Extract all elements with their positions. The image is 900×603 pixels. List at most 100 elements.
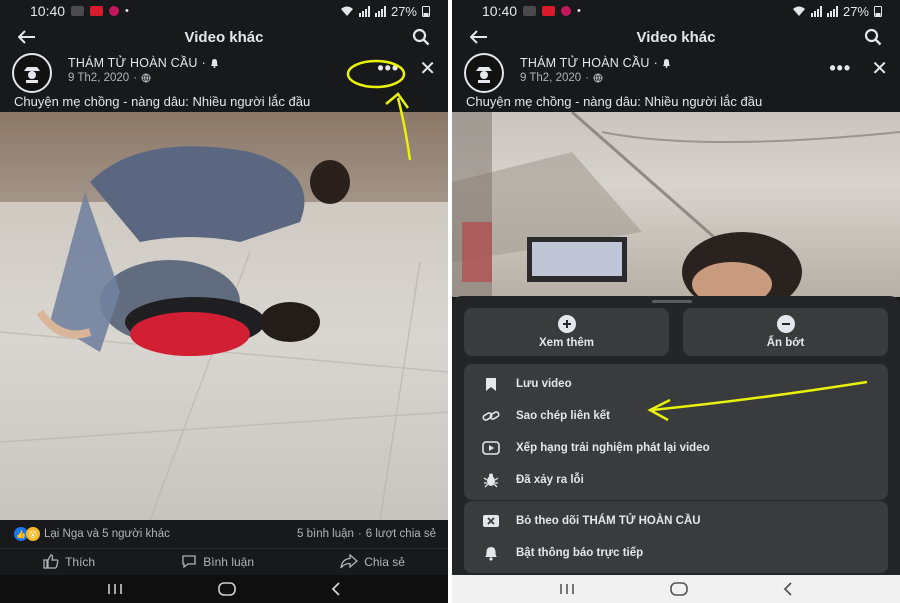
comment-button[interactable]: Bình luận [181,554,254,569]
author-name[interactable]: THÁM TỬ HOÀN CẦU [68,56,198,70]
detective-logo-icon [24,67,40,83]
close-button[interactable]: ✕ [419,56,436,81]
top-bar: Video khác [0,22,448,52]
status-time: 10:40 [30,3,66,19]
reaction-summary[interactable]: Lại Nga và 5 người khác [44,528,170,540]
android-nav-bar [0,575,448,603]
comment-icon [182,555,196,569]
separator: · [357,528,362,540]
back-nav-icon[interactable] [782,581,794,597]
phone-left-video-view: 10:40 • 27% Video khác THÁM TỬ HOÀN CẦU … [0,0,448,603]
comment-label: Bình luận [203,554,255,569]
video-options-group: Lưu video Sao chép liên kết Xếp hạng trả… [464,364,888,500]
wow-reaction-icon: 😮 [26,527,40,541]
bug-icon [482,471,500,489]
share-count[interactable]: 6 lượt chia sẻ [366,528,436,540]
post-caption: Chuyện mẹ chồng - nàng dâu: Nhiều người … [14,94,311,109]
more-notifications-icon: • [125,5,129,17]
share-label: Chia sẻ [364,554,405,569]
wifi-icon [340,6,353,16]
notification-icon [71,6,85,16]
menu-item-label: Bỏ theo dõi THÁM TỬ HOÀN CẦU [516,515,701,527]
video-player[interactable] [0,112,448,520]
comment-count[interactable]: 5 bình luận [297,528,354,540]
video-frame [452,112,900,297]
like-label: Thích [65,554,96,569]
menu-item-label: Bật thông báo trực tiếp [516,547,644,559]
minus-circle-icon [776,315,795,333]
top-bar: Video khác [452,22,900,52]
unfollow-icon [482,512,500,530]
options-bottom-sheet: Xem thêm Ẩn bớt Lưu video Sao chép liên … [452,296,900,575]
page-avatar[interactable] [12,53,52,93]
signal-icon [358,5,370,17]
separator: · [653,56,658,70]
search-button[interactable] [408,24,434,50]
page-avatar[interactable] [464,53,504,93]
link-icon [482,407,500,425]
globe-icon [593,73,603,83]
battery-icon [422,6,430,17]
detective-logo-icon [476,67,492,83]
share-button[interactable]: Chia sẻ [340,554,405,569]
notification-icon [523,6,537,16]
page-title: Video khác [184,28,264,46]
page-title: Video khác [636,28,716,46]
phone-right-menu-view: 10:40 • 27% Video khác THÁM TỬ HOÀN CẦU … [452,0,900,603]
video-player[interactable] [452,112,900,297]
globe-icon [141,73,151,83]
post-caption: Chuyện mẹ chồng - nàng dâu: Nhiều người … [466,94,763,109]
separator: · [133,72,138,84]
menu-item-report-bug[interactable]: Đã xảy ra lỗi [464,464,888,496]
battery-icon [874,6,882,17]
menu-item-unfollow[interactable]: Bỏ theo dõi THÁM TỬ HOÀN CẦU [464,505,888,537]
more-options-button[interactable]: ••• [377,58,399,79]
bookmark-icon [482,375,500,393]
back-nav-icon[interactable] [330,581,342,597]
recent-apps-icon[interactable] [106,582,124,596]
author-name-row: THÁM TỬ HOÀN CẦU · [68,56,219,70]
reactions-bar: 👍 😮 Lại Nga và 5 người khác 5 bình luận … [0,522,448,546]
author-name[interactable]: THÁM TỬ HOÀN CẦU [520,56,650,70]
post-header: THÁM TỬ HOÀN CẦU · 9 Th2, 2020 · ••• ✕ [452,52,900,93]
wifi-icon [792,6,805,16]
menu-item-label: Đã xảy ra lỗi [516,474,584,486]
bell-icon [663,59,670,68]
menu-item-live-notifications[interactable]: Bật thông báo trực tiếp [464,537,888,569]
more-options-button[interactable]: ••• [829,58,851,79]
bell-icon [482,544,500,562]
app-notification-icon [90,6,104,16]
home-icon[interactable] [217,581,237,597]
sheet-drag-handle[interactable] [652,300,692,303]
back-arrow-icon [470,30,487,44]
back-arrow-icon [18,30,35,44]
menu-item-rate-playback[interactable]: Xếp hạng trải nghiệm phát lại video [464,432,888,464]
like-button[interactable]: Thích [43,554,95,569]
close-button[interactable]: ✕ [871,56,888,81]
separator: · [585,72,590,84]
search-button[interactable] [860,24,886,50]
battery-percent: 27% [390,3,417,19]
post-date: 9 Th2, 2020 [68,72,130,84]
menu-item-save-video[interactable]: Lưu video [464,368,888,400]
menu-item-label: Xếp hạng trải nghiệm phát lại video [516,442,710,454]
video-frame [0,112,448,520]
menu-item-copy-link[interactable]: Sao chép liên kết [464,400,888,432]
post-date: 9 Th2, 2020 [520,72,582,84]
see-more-button[interactable]: Xem thêm [464,308,669,356]
recent-apps-icon[interactable] [558,582,576,596]
app-notification-icon-2 [109,6,120,16]
android-nav-bar [452,575,900,603]
menu-item-label: Lưu video [516,378,572,390]
status-time: 10:40 [482,3,518,19]
post-header: THÁM TỬ HOÀN CẦU · 9 Th2, 2020 · ••• ✕ [0,52,448,93]
status-bar: 10:40 • 27% [452,0,900,22]
video-rating-icon [482,439,500,457]
app-notification-icon-2 [561,6,572,16]
back-button[interactable] [14,24,40,50]
back-button[interactable] [466,24,492,50]
home-icon[interactable] [669,581,689,597]
hide-label: Ẩn bớt [766,337,805,349]
hide-button[interactable]: Ẩn bớt [683,308,888,356]
app-notification-icon [542,6,556,16]
